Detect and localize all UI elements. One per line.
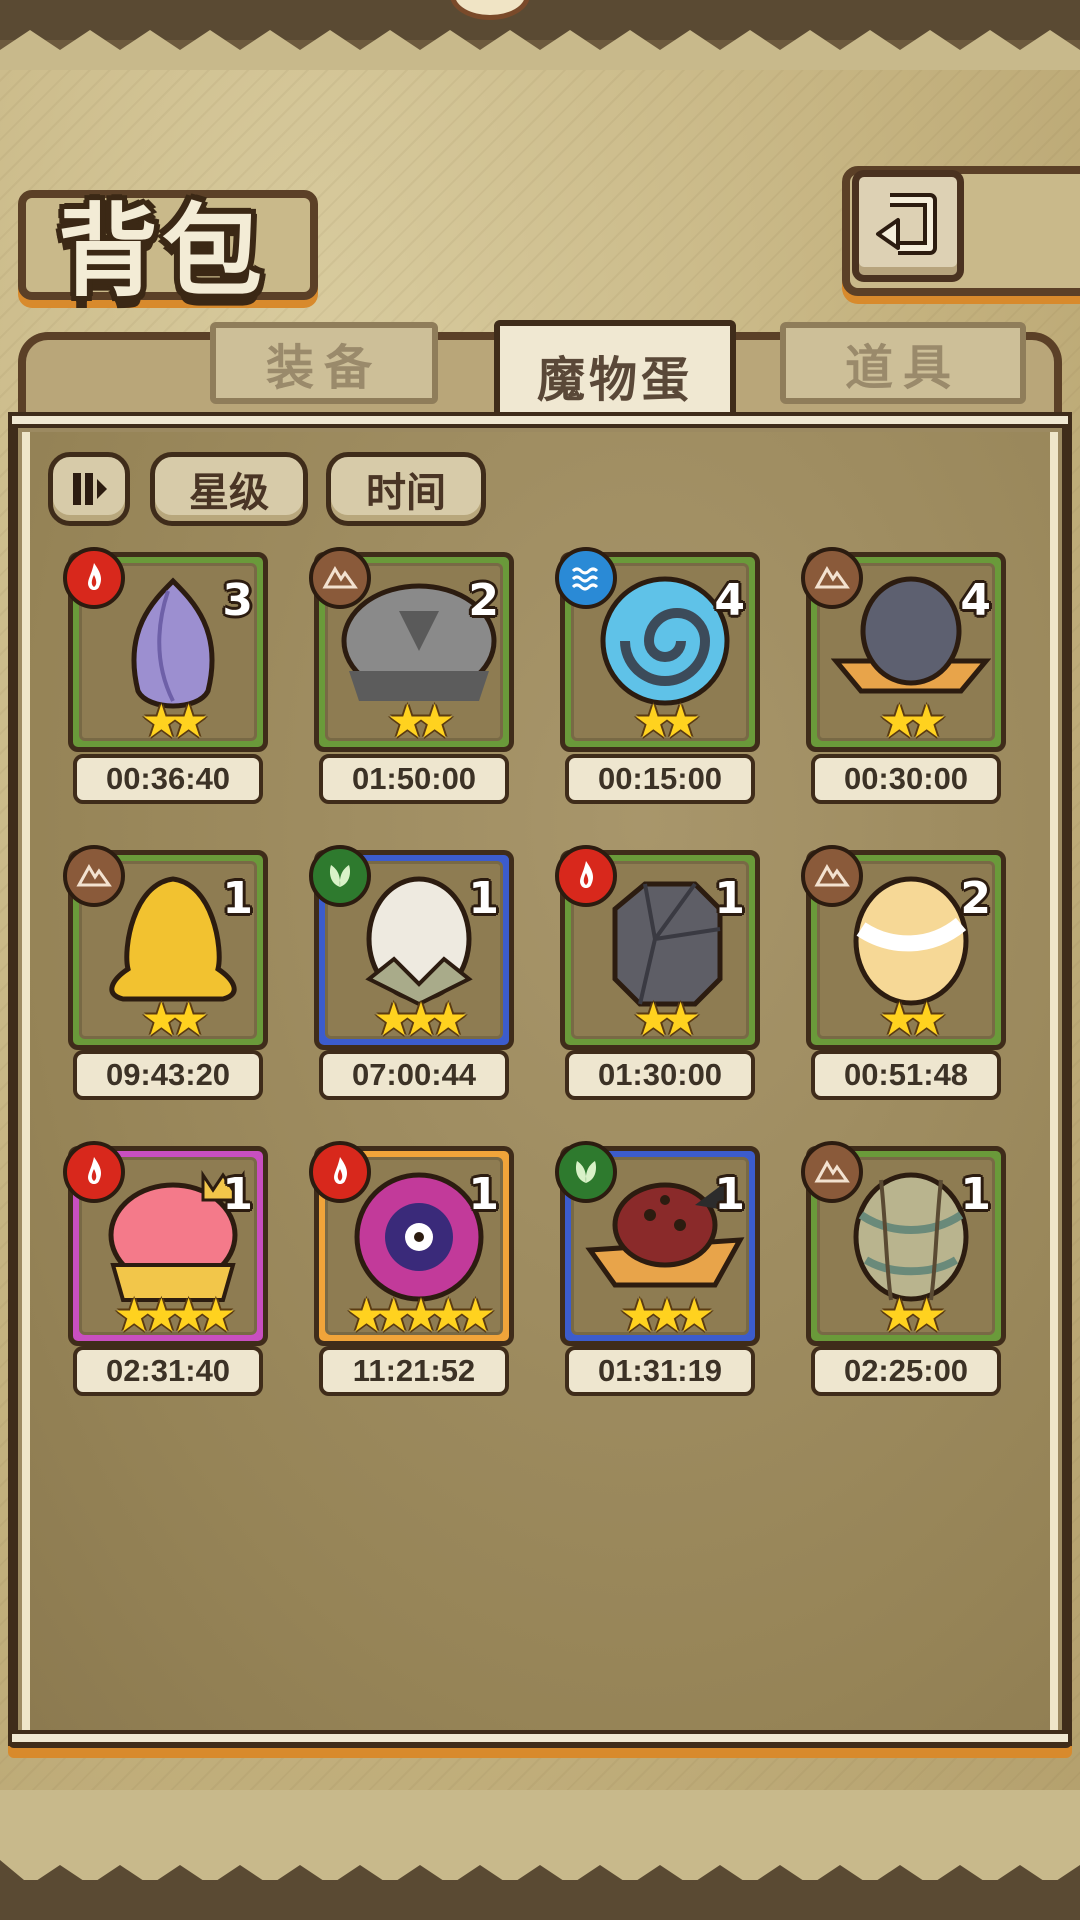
star-rating: ★★ — [878, 694, 947, 748]
egg-count: 1 — [714, 1169, 745, 1220]
egg-card[interactable]: 2 ★★ — [801, 845, 1006, 1050]
water-element-icon — [555, 547, 617, 609]
hatch-timer: 00:51:48 — [811, 1050, 1001, 1100]
hatch-timer: 00:15:00 — [565, 754, 755, 804]
egg-count: 1 — [468, 873, 499, 924]
return-arrow-icon — [876, 193, 937, 255]
star-rating: ★★ — [632, 992, 701, 1046]
top-border — [0, 0, 1080, 70]
hatch-timer: 07:00:44 — [319, 1050, 509, 1100]
fire-element-icon — [309, 1141, 371, 1203]
tab-items[interactable]: 道具 — [780, 322, 1026, 404]
hatch-timer: 11:21:52 — [319, 1346, 509, 1396]
hatch-timer: 01:50:00 — [319, 754, 509, 804]
hatch-timer: 00:30:00 — [811, 754, 1001, 804]
egg-count: 1 — [468, 1169, 499, 1220]
earth-element-icon — [801, 547, 863, 609]
hatch-timer: 02:25:00 — [811, 1346, 1001, 1396]
egg-count: 4 — [960, 575, 991, 626]
star-rating: ★★ — [140, 694, 209, 748]
hatch-timer: 02:31:40 — [73, 1346, 263, 1396]
back-button[interactable] — [852, 170, 964, 282]
egg-count: 2 — [960, 873, 991, 924]
star-rating: ★★★ — [373, 992, 469, 1046]
star-rating: ★★ — [140, 992, 209, 1046]
sort-by-star-button[interactable]: 星级 — [150, 452, 308, 526]
egg-card[interactable]: 3 ★★ — [63, 547, 268, 752]
fire-element-icon — [63, 547, 125, 609]
grass-element-icon — [309, 845, 371, 907]
egg-count: 1 — [714, 873, 745, 924]
star-rating: ★★★★★ — [345, 1288, 496, 1342]
earth-element-icon — [309, 547, 371, 609]
sort-toggle-button[interactable] — [48, 452, 130, 526]
bottom-border — [0, 1790, 1080, 1920]
earth-element-icon — [801, 845, 863, 907]
sort-by-time-button[interactable]: 时间 — [326, 452, 486, 526]
egg-count: 2 — [468, 575, 499, 626]
page-title: 背包 — [58, 192, 266, 310]
earth-element-icon — [801, 1141, 863, 1203]
egg-count: 3 — [222, 575, 253, 626]
egg-card[interactable]: 2 ★★ — [309, 547, 514, 752]
star-rating: ★★ — [878, 992, 947, 1046]
egg-count: 1 — [222, 1169, 253, 1220]
tab-equipment[interactable]: 装备 — [210, 322, 438, 404]
egg-count: 1 — [960, 1169, 991, 1220]
panel-rail-top — [8, 412, 1072, 428]
egg-card[interactable]: 1 ★★ — [555, 845, 760, 1050]
egg-card[interactable]: 1 ★★ — [801, 1141, 1006, 1346]
star-rating: ★★ — [632, 694, 701, 748]
egg-card[interactable]: 1 ★★★ — [309, 845, 514, 1050]
star-rating: ★★★★ — [113, 1288, 237, 1342]
fire-element-icon — [555, 845, 617, 907]
fire-element-icon — [63, 1141, 125, 1203]
star-rating: ★★★ — [619, 1288, 715, 1342]
hatch-timer: 09:43:20 — [73, 1050, 263, 1100]
hatch-timer: 01:31:19 — [565, 1346, 755, 1396]
egg-card[interactable]: 1 ★★★ — [555, 1141, 760, 1346]
egg-card[interactable]: 4 ★★ — [801, 547, 1006, 752]
grass-element-icon — [555, 1141, 617, 1203]
egg-count: 4 — [714, 575, 745, 626]
star-rating: ★★ — [386, 694, 455, 748]
egg-card[interactable]: 1 ★★ — [63, 845, 268, 1050]
egg-card[interactable]: 4 ★★ — [555, 547, 760, 752]
egg-card[interactable]: 1 ★★★★★ — [309, 1141, 514, 1346]
earth-element-icon — [63, 845, 125, 907]
egg-card[interactable]: 1 ★★★★ — [63, 1141, 268, 1346]
panel-rail-bottom — [8, 1730, 1072, 1746]
hatch-timer: 00:36:40 — [73, 754, 263, 804]
star-rating: ★★ — [878, 1288, 947, 1342]
pause-sort-icon — [73, 473, 107, 505]
egg-count: 1 — [222, 873, 253, 924]
hatch-timer: 01:30:00 — [565, 1050, 755, 1100]
